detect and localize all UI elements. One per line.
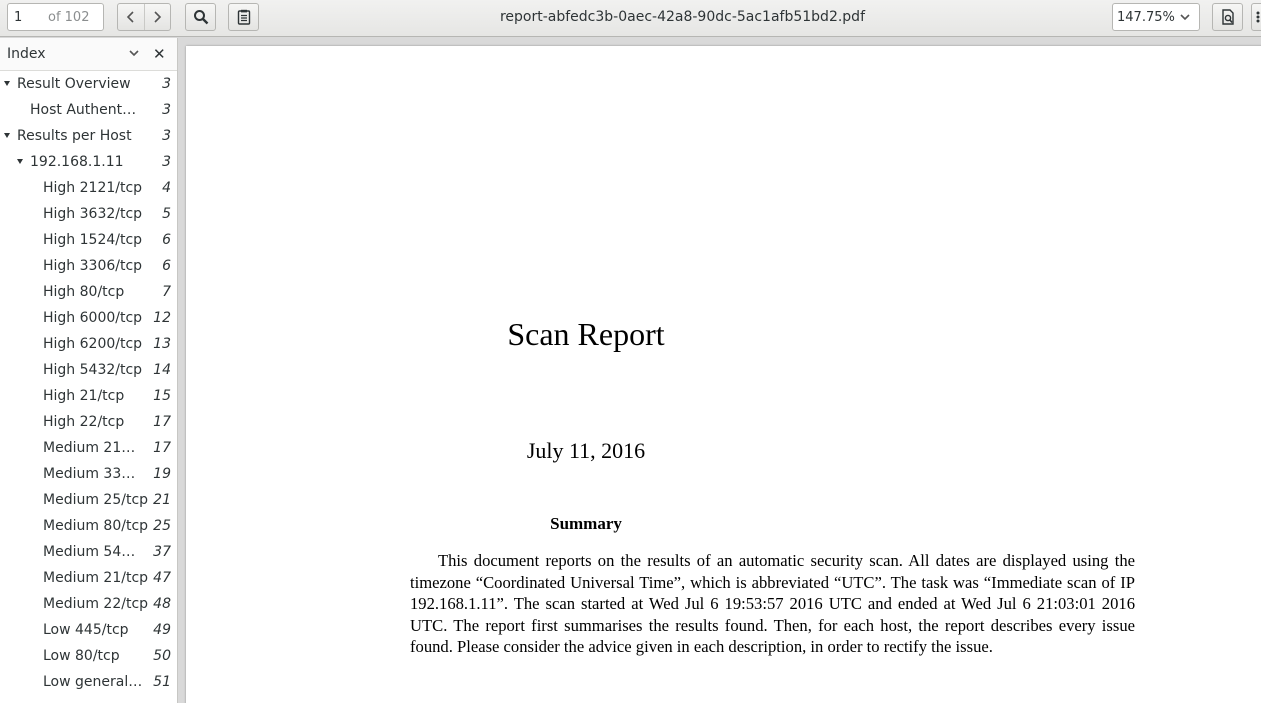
document-view[interactable]: Scan Report July 11, 2016 Summary This d… [178,38,1261,703]
zoom-selector[interactable]: 147.75% [1112,3,1200,31]
search-icon [193,10,208,25]
tree-item-page: 48 [153,596,171,612]
tree-item-page: 49 [153,622,171,638]
tree-item-page: 15 [153,388,171,404]
tree-item[interactable]: 192.168.1.11 3 [0,149,177,175]
tree-item[interactable]: Low 445/tcp 49 [0,617,177,643]
clipboard-icon [237,9,250,25]
tree-item-page: 50 [153,648,171,664]
chevron-right-icon [154,11,162,23]
tree-item[interactable]: Medium 3306... 19 [0,461,177,487]
report-title: Scan Report [507,316,665,352]
tree-item-label: High 5432/tcp [43,362,143,378]
report-date: July 11, 2016 [526,438,646,463]
tree-item[interactable]: High 2121/tcp 4 [0,175,177,201]
tree-item-label: High 22/tcp [43,414,125,430]
tree-item-page: 19 [153,466,171,482]
index-tree: Result Overview 3 Host Authentic... 3 Resu… [0,71,177,695]
next-page-button[interactable] [143,4,171,30]
tree-item-label: High 80/tcp [43,284,125,300]
menu-button[interactable] [1251,3,1261,31]
page-navigation [117,3,171,31]
tree-item[interactable]: High 1524/tcp 6 [0,227,177,253]
search-button[interactable] [185,3,216,31]
tree-item-label: Medium 21/tcp [43,570,149,586]
tree-item-page: 4 [162,180,171,196]
expander-icon[interactable] [17,159,23,164]
tree-item-label: Low general/... [43,674,143,690]
tree-item-label: High 1524/tcp [43,232,143,248]
tree-item-label: Medium 25/tcp [43,492,149,508]
tree-item[interactable]: Low 80/tcp 50 [0,643,177,669]
tree-item-label: High 3632/tcp [43,206,143,222]
page-number-input[interactable] [8,4,48,30]
tree-item-label: High 21/tcp [43,388,125,404]
tree-item-page: 21 [153,492,171,508]
document-title: report-abfedc3b-0aec-42a8-90dc-5ac1afb51… [499,9,866,25]
summary-heading: Summary [550,514,622,533]
tree-item-page: 3 [162,128,171,144]
page-selector: of 102 [7,3,104,31]
toolbar: of 102 report-abfedc3b-0aec-42a8-90dc-5a… [0,0,1261,37]
tree-item[interactable]: Medium 25/tcp 21 [0,487,177,513]
expander-icon[interactable] [4,133,10,138]
tree-item-label: Medium 3306... [43,466,143,482]
tree-item[interactable]: High 21/tcp 15 [0,383,177,409]
tree-item-page: 51 [153,674,171,690]
tree-item[interactable]: Medium 21/tcp 47 [0,565,177,591]
tree-item-label: Low 445/tcp [43,622,129,638]
tree-item[interactable]: High 5432/tcp 14 [0,357,177,383]
tree-item-label: High 2121/tcp [43,180,143,196]
chevron-down-icon [1180,14,1190,21]
tree-item-label: Results per Host [17,128,132,144]
menu-icon [1256,11,1260,23]
tree-item[interactable]: High 22/tcp 17 [0,409,177,435]
tree-item[interactable]: Results per Host 3 [0,123,177,149]
tree-item-page: 3 [162,76,171,92]
tree-item-label: Medium 5432... [43,544,143,560]
tree-item[interactable]: Medium 22/tcp 48 [0,591,177,617]
sidebar-header: Index ✕ [0,38,177,71]
tree-item-label: Low 80/tcp [43,648,120,664]
tree-item[interactable]: Host Authentic... 3 [0,97,177,123]
tree-item[interactable]: Result Overview 3 [0,71,177,97]
expander-icon[interactable] [4,81,10,86]
tree-item-label: 192.168.1.11 [30,154,124,170]
tree-item-label: High 3306/tcp [43,258,143,274]
tree-item-label: Host Authentic... [30,102,140,118]
tree-item-page: 3 [162,154,171,170]
tree-item-page: 6 [162,258,171,274]
pdf-page: Scan Report July 11, 2016 Summary This d… [186,46,1261,703]
sidebar-index: Index ✕ Result Overview 3 Host Authentic.… [0,38,178,703]
annotations-button[interactable] [228,3,259,31]
tree-item[interactable]: Medium 5432... 37 [0,539,177,565]
tree-item-page: 6 [162,232,171,248]
tree-item[interactable]: High 80/tcp 7 [0,279,177,305]
page-total: of 102 [48,9,90,25]
tree-item-page: 37 [153,544,171,560]
zoom-level: 147.75% [1117,9,1175,25]
sidebar-title: Index [7,46,46,62]
tree-item[interactable]: High 3306/tcp 6 [0,253,177,279]
close-icon[interactable]: ✕ [153,45,166,63]
tree-item-page: 14 [153,362,171,378]
tree-item[interactable]: Low general/... 51 [0,669,177,695]
tree-item-page: 5 [162,206,171,222]
tree-item-page: 17 [153,414,171,430]
tree-item[interactable]: High 3632/tcp 5 [0,201,177,227]
chevron-down-icon[interactable] [128,49,140,59]
tree-item-label: Medium 22/tcp [43,596,149,612]
previous-page-button[interactable] [118,4,144,30]
summary-text: This document reports on the results of … [410,551,1135,657]
document-search-icon [1221,9,1234,25]
tree-item-page: 47 [153,570,171,586]
tree-item-page: 7 [162,284,171,300]
tree-item-page: 3 [162,102,171,118]
tree-item-label: Result Overview [17,76,131,92]
chevron-left-icon [126,11,134,23]
open-document-button[interactable] [1212,3,1243,31]
